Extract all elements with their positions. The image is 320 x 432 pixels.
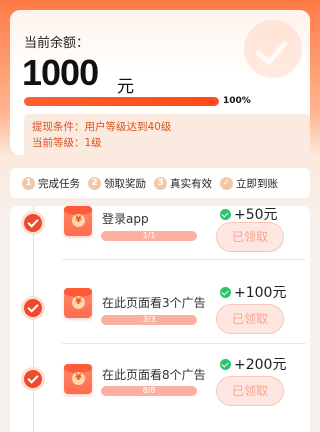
step-claim-reward: 2 领取奖励 xyxy=(88,176,146,191)
task-reward: +100元 xyxy=(220,282,286,302)
checkmark-icon: ✓ xyxy=(220,176,233,190)
step-complete-task: 1 完成任务 xyxy=(22,176,80,191)
step-number-icon: 2 xyxy=(88,176,101,190)
step-number-icon: 1 xyxy=(22,176,35,190)
reward-amount: +100元 xyxy=(234,285,287,301)
completed-check-icon xyxy=(24,299,42,317)
check-watermark-icon xyxy=(244,20,302,78)
red-envelope-icon xyxy=(64,364,92,394)
claimed-button[interactable]: 已领取 xyxy=(216,222,284,252)
step-number-icon: 3 xyxy=(154,176,167,190)
red-envelope-icon xyxy=(64,288,92,318)
step-instant-credit: ✓ 立即到账 xyxy=(220,176,278,191)
divider xyxy=(62,259,306,260)
reward-cash-icon xyxy=(220,208,231,220)
balance-card: 当前余额： 1000 元 100% 提现条件：用户等级达到40级 当前等级：1级 xyxy=(10,10,310,156)
withdraw-condition: 提现条件：用户等级达到40级 xyxy=(32,121,172,133)
balance-unit: 元 xyxy=(117,77,134,97)
reward-cash-icon xyxy=(220,358,231,370)
task-title: 在此页面看3个广告 xyxy=(102,296,206,310)
task-title: 登录app xyxy=(102,212,149,226)
claimed-button[interactable]: 已领取 xyxy=(216,304,284,334)
task-row: 在此页面看8个广告 8/8 +200元 已领取 xyxy=(10,344,310,432)
step-label: 完成任务 xyxy=(38,177,80,190)
steps-bar: 1 完成任务 2 领取奖励 3 真实有效 ✓ 立即到账 xyxy=(10,168,310,198)
red-envelope-icon xyxy=(64,206,92,236)
step-label: 领取奖励 xyxy=(104,177,146,190)
task-progress-bar: 1/1 xyxy=(101,231,197,241)
task-title: 在此页面看8个广告 xyxy=(102,368,206,382)
task-progress-bar: 8/8 xyxy=(101,386,197,396)
level-progress-fill xyxy=(24,97,219,106)
task-progress-bar: 3/3 xyxy=(101,315,197,325)
step-label: 真实有效 xyxy=(170,177,212,190)
reward-cash-icon xyxy=(220,286,231,298)
current-level: 当前等级：1级 xyxy=(32,137,102,149)
completed-check-icon xyxy=(24,214,42,232)
reward-amount: +200元 xyxy=(234,357,287,373)
withdraw-condition-box: 提现条件：用户等级达到40级 当前等级：1级 xyxy=(24,114,310,156)
step-label: 立即到账 xyxy=(236,177,278,190)
balance-amount: 1000 xyxy=(22,52,99,93)
level-progress-text: 100% xyxy=(223,96,251,106)
step-genuine: 3 真实有效 xyxy=(154,176,212,191)
task-list: 登录app 1/1 +50元 已领取 在此页面看3个广告 3/3 +100元 已… xyxy=(10,206,310,432)
balance-label: 当前余额： xyxy=(24,36,90,51)
claimed-button[interactable]: 已领取 xyxy=(216,376,284,406)
task-reward: +200元 xyxy=(220,354,286,374)
level-progress-bar xyxy=(24,97,219,106)
completed-check-icon xyxy=(24,370,42,388)
